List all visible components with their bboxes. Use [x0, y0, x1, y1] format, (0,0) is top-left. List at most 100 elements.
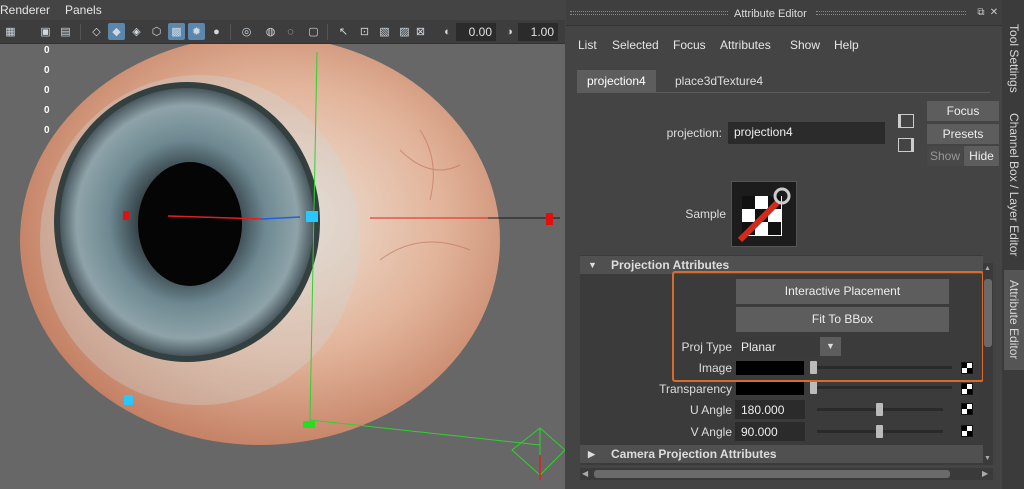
drag-handle[interactable]	[570, 11, 728, 15]
film-gate-icon[interactable]: ⊠	[412, 23, 429, 40]
viewport-menubar: Renderer Panels	[0, 0, 565, 20]
transparency-map-button[interactable]	[961, 383, 973, 395]
viewport-scene[interactable]	[0, 0, 565, 489]
vertical-scrollbar[interactable]: ▲ ▼	[983, 263, 993, 465]
hud-value: 0	[44, 105, 50, 116]
side-tab-bar: Tool Settings Channel Box / Layer Editor…	[1002, 0, 1024, 489]
v-angle-map-button[interactable]	[961, 425, 973, 437]
default-material-icon[interactable]: ⬡	[148, 23, 165, 40]
transparency-slider-thumb[interactable]	[810, 381, 817, 394]
v-angle-field[interactable]: 90.000	[735, 422, 805, 441]
view-cube-corner	[511, 427, 565, 476]
camera-projection-attributes-header[interactable]: ▶ Camera Projection Attributes	[580, 445, 983, 463]
transparency-color-swatch[interactable]	[736, 381, 804, 395]
manip-handle-cyan[interactable]	[306, 211, 318, 222]
xray-joints-icon[interactable]: ▨	[396, 23, 413, 40]
exposure-icon[interactable]: ◐	[439, 23, 456, 40]
menu-panels[interactable]: Panels	[65, 3, 102, 17]
select-camera-icon[interactable]: ↖	[335, 23, 352, 40]
tab-place3dtexture4[interactable]: place3dTexture4	[665, 70, 773, 92]
menu-show[interactable]: Show	[790, 38, 820, 52]
v-angle-label: V Angle	[690, 425, 732, 439]
focus-button[interactable]: Focus	[927, 101, 999, 121]
node-name-label: projection:	[666, 126, 722, 140]
ambient-occlusion-icon[interactable]: ◎	[238, 23, 255, 40]
scroll-down-icon[interactable]: ▼	[984, 455, 991, 462]
manip-handle-red[interactable]	[123, 211, 129, 220]
menu-attributes[interactable]: Attributes	[720, 38, 771, 52]
u-angle-field[interactable]: 180.000	[735, 400, 805, 419]
manip-handle-green[interactable]	[303, 421, 315, 428]
grid-icon[interactable]: ▦	[2, 23, 19, 40]
output-connections-icon[interactable]	[898, 138, 914, 152]
menu-selected[interactable]: Selected	[612, 38, 659, 52]
textured-icon[interactable]: ▩	[168, 23, 185, 40]
hud-value: 0	[44, 125, 50, 136]
v-angle-slider-thumb[interactable]	[876, 425, 883, 438]
viewport-panel[interactable]: Renderer Panels ▦ ▣ ▤ ◇ ◆ ◈ ⬡ ▩ ✹ ● ◎ ◍ …	[0, 0, 565, 489]
u-angle-map-button[interactable]	[961, 403, 973, 415]
tab-tool-settings[interactable]: Tool Settings	[1004, 18, 1024, 98]
manip-handle-red-right[interactable]	[546, 213, 553, 225]
gamma-icon[interactable]: ◑	[501, 23, 518, 40]
node-name-field[interactable]: projection4	[728, 122, 885, 144]
antialias-icon[interactable]: ◌	[282, 23, 299, 40]
presets-button[interactable]: Presets	[927, 124, 999, 144]
manip-handle-cyan-bottom[interactable]	[124, 395, 133, 405]
pupil	[138, 162, 242, 286]
u-angle-label: U Angle	[689, 403, 732, 417]
scroll-left-icon[interactable]: ◀	[582, 469, 588, 478]
viewport-toolbar: ▦ ▣ ▤ ◇ ◆ ◈ ⬡ ▩ ✹ ● ◎ ◍ ◌ ▢ ↖ ⊡ ▧ ▨ ⊠ ◐ …	[0, 20, 565, 44]
toolbar-divider	[80, 24, 81, 40]
shade-wire-icon[interactable]: ◈	[128, 23, 145, 40]
lighting-icon[interactable]: ✹	[188, 23, 205, 40]
vertical-scrollbar-thumb[interactable]	[984, 279, 992, 347]
tab-projection4[interactable]: projection4	[577, 70, 656, 92]
horizontal-scrollbar-thumb[interactable]	[594, 470, 950, 478]
frame-all-icon[interactable]: ⊡	[356, 23, 373, 40]
menu-focus[interactable]: Focus	[673, 38, 706, 52]
scroll-right-icon[interactable]: ▶	[982, 469, 988, 478]
isolate-icon[interactable]: ▢	[305, 23, 322, 40]
sample-swatch[interactable]	[731, 181, 797, 247]
hud-value: 0	[44, 45, 50, 56]
menu-help[interactable]: Help	[834, 38, 859, 52]
transparency-slider-track[interactable]	[810, 386, 952, 389]
transparency-label: Transparency	[659, 382, 732, 396]
expand-arrow-icon: ▶	[588, 449, 595, 459]
wireframe-icon[interactable]: ◇	[88, 23, 105, 40]
attribute-editor-titlebar[interactable]: Attribute Editor ⧉ ✕	[566, 0, 1002, 26]
collapse-arrow-icon: ▼	[588, 260, 597, 270]
motion-blur-icon[interactable]: ◍	[262, 23, 279, 40]
horizontal-scrollbar[interactable]: ◀ ▶	[580, 468, 993, 480]
menu-renderer[interactable]: Renderer	[0, 3, 50, 17]
input-connections-icon[interactable]	[898, 114, 914, 128]
drag-handle[interactable]	[816, 11, 966, 15]
projection-node-icon	[737, 187, 791, 243]
gamma-field[interactable]: 1.00	[518, 23, 558, 41]
tab-underline	[577, 92, 990, 93]
image-plane-icon[interactable]: ▤	[57, 23, 74, 40]
tab-channel-box-layer-editor[interactable]: Channel Box / Layer Editor	[1004, 106, 1024, 264]
show-button[interactable]: Show	[927, 146, 963, 166]
scroll-up-icon[interactable]: ▲	[984, 265, 991, 272]
camera-attrs-icon[interactable]: ▣	[37, 23, 54, 40]
tab-attribute-editor[interactable]: Attribute Editor	[1004, 270, 1024, 370]
xray-icon[interactable]: ▧	[376, 23, 393, 40]
attribute-editor-title: Attribute Editor	[734, 8, 807, 20]
u-angle-slider-thumb[interactable]	[876, 403, 883, 416]
float-window-icon[interactable]: ⧉	[976, 8, 986, 18]
annotation-highlight-box	[672, 271, 984, 382]
toolbar-divider	[327, 24, 328, 40]
exposure-field[interactable]: 0.00	[456, 23, 496, 41]
hud-value: 0	[44, 85, 50, 96]
shadows-icon[interactable]: ●	[208, 23, 225, 40]
hud-value: 0	[44, 65, 50, 76]
smooth-shade-icon[interactable]: ◆	[108, 23, 125, 40]
toolbar-divider	[230, 24, 231, 40]
hide-button[interactable]: Hide	[964, 146, 999, 166]
projection-frame-green-2	[309, 419, 541, 446]
sample-label: Sample	[685, 207, 726, 221]
close-icon[interactable]: ✕	[989, 8, 999, 18]
menu-list[interactable]: List	[578, 38, 597, 52]
